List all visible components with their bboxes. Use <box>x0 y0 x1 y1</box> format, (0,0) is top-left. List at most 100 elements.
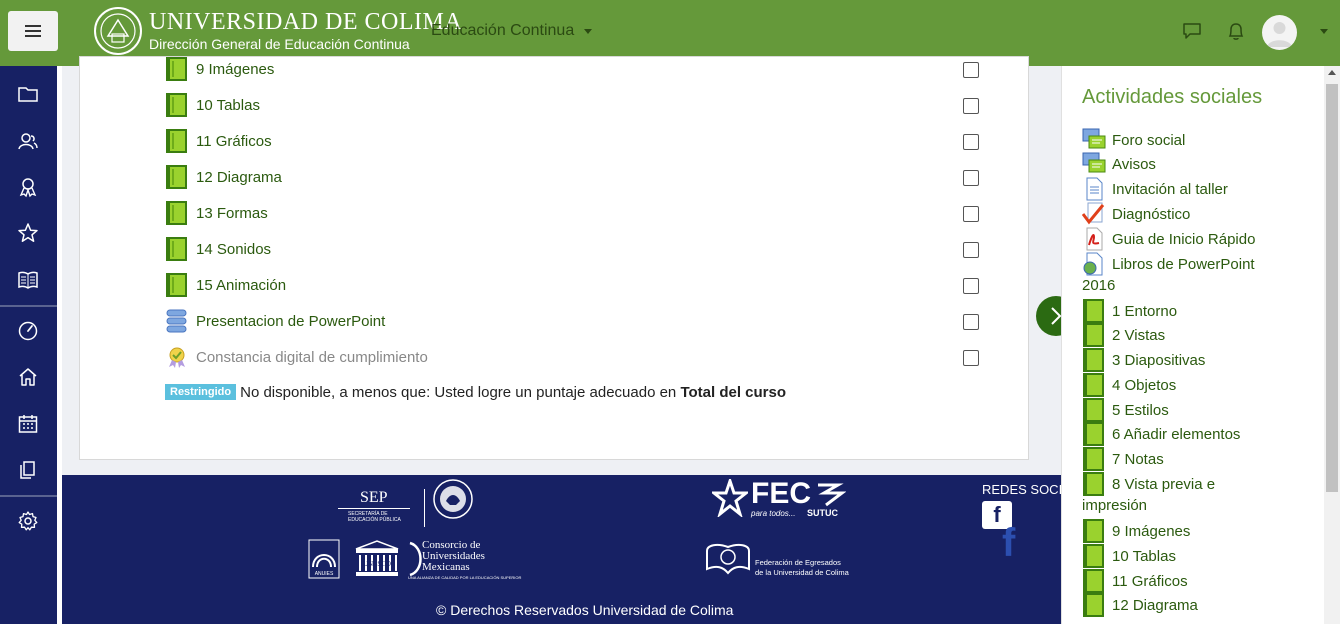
drawer-item[interactable]: 11 Gráficos <box>1082 569 1188 593</box>
restriction-text: No disponible, a menos que: Usted logre … <box>240 384 786 401</box>
activity-item[interactable]: 10 Tablas <box>166 93 260 117</box>
drawer-item-label[interactable]: 12 Diagrama <box>1112 597 1198 614</box>
book-icon <box>166 165 187 189</box>
gradebook-icon[interactable] <box>17 269 39 291</box>
activity-link[interactable]: 14 Sonidos <box>196 241 271 258</box>
drawer-item[interactable]: Libros de PowerPoint <box>1082 252 1255 276</box>
messages-icon[interactable] <box>1181 20 1203 42</box>
drawer-item[interactable]: Invitación al taller <box>1082 177 1228 201</box>
drawer-item-label[interactable]: 7 Notas <box>1112 451 1164 468</box>
drawer-item[interactable]: 6 Añadir elementos <box>1082 422 1240 446</box>
activity-item[interactable]: 9 Imágenes <box>166 57 274 81</box>
notifications-bell-icon[interactable] <box>1225 20 1247 42</box>
book-icon <box>1083 398 1104 422</box>
drawer-item[interactable]: Diagnóstico <box>1082 202 1190 226</box>
menu-toggle-button[interactable] <box>8 11 58 51</box>
completion-checkbox[interactable] <box>963 242 979 258</box>
activity-link[interactable]: 10 Tablas <box>196 97 260 114</box>
folder-icon[interactable] <box>17 83 39 105</box>
completion-checkbox[interactable] <box>963 98 979 114</box>
drawer-item-label[interactable]: 9 Imágenes <box>1112 523 1190 540</box>
scroll-up-arrow-icon[interactable] <box>1328 70 1336 75</box>
copyright-text: © Derechos Reservados Universidad de Col… <box>436 602 734 618</box>
sidebar-divider <box>0 305 57 307</box>
dashboard-icon[interactable] <box>17 320 39 342</box>
completion-checkbox[interactable] <box>963 278 979 294</box>
drawer-item-label[interactable]: Avisos <box>1112 156 1156 173</box>
book-icon <box>1083 544 1104 568</box>
drawer-item-label-cont[interactable]: 2016 <box>1082 277 1115 294</box>
completion-checkbox[interactable] <box>963 314 979 330</box>
drawer-item[interactable]: Foro social <box>1082 128 1185 152</box>
activity-link[interactable]: 11 Gráficos <box>196 133 272 150</box>
activity-link[interactable]: 9 Imágenes <box>196 61 274 78</box>
drawer-item-label[interactable]: 11 Gráficos <box>1112 573 1188 590</box>
activity-item[interactable]: 15 Animación <box>166 273 286 297</box>
drawer-item[interactable]: 7 Notas <box>1082 447 1164 471</box>
user-avatar-icon <box>1267 22 1292 47</box>
book-icon <box>1083 447 1104 471</box>
restriction-target: Total del curso <box>680 383 787 401</box>
activity-link[interactable]: Presentacion de PowerPoint <box>196 313 385 330</box>
drawer-item-label[interactable]: 5 Estilos <box>1112 402 1169 419</box>
activity-link[interactable]: 15 Animación <box>196 277 286 294</box>
drawer-item-label[interactable]: Diagnóstico <box>1112 206 1190 223</box>
forum-icon <box>1082 152 1106 173</box>
drawer-item-label[interactable]: 2 Vistas <box>1112 327 1165 344</box>
user-avatar[interactable] <box>1262 15 1297 50</box>
drawer-item[interactable]: 1 Entorno <box>1082 299 1177 323</box>
drawer-item-label[interactable]: Invitación al taller <box>1112 181 1228 198</box>
drawer-item[interactable]: 12 Diagrama <box>1082 593 1198 617</box>
educacion-continua-menu[interactable]: Educación Continua <box>431 22 593 40</box>
drawer-item-label[interactable]: 1 Entorno <box>1112 303 1177 320</box>
completion-checkbox[interactable] <box>963 170 979 186</box>
drawer-item[interactable]: 5 Estilos <box>1082 398 1169 422</box>
drawer-item[interactable]: Guia de Inicio Rápido <box>1082 227 1255 251</box>
drawer-item-label[interactable]: Foro social <box>1112 132 1185 149</box>
drawer-item[interactable]: Avisos <box>1082 152 1156 176</box>
activity-item[interactable]: Presentacion de PowerPoint <box>166 309 385 333</box>
badges-icon[interactable] <box>17 176 39 198</box>
completion-checkbox[interactable] <box>963 134 979 150</box>
drawer-item[interactable]: 8 Vista previa e <box>1082 472 1215 496</box>
anuies-logo-label: ANUIES <box>315 571 334 577</box>
activity-link[interactable]: 13 Formas <box>196 205 268 222</box>
activity-item[interactable]: 13 Formas <box>166 201 268 225</box>
drawer-item-label[interactable]: 8 Vista previa e <box>1112 476 1215 493</box>
home-icon[interactable] <box>17 366 39 388</box>
sutuc-logo-label: SUTUC <box>807 508 838 518</box>
private-files-icon[interactable] <box>17 459 39 481</box>
activity-item[interactable]: 14 Sonidos <box>166 237 271 261</box>
drawer-item-label[interactable]: 3 Diapositivas <box>1112 352 1205 369</box>
drawer-item-label[interactable]: Libros de PowerPoint <box>1112 256 1255 273</box>
activity-item[interactable]: 12 Diagrama <box>166 165 282 189</box>
activity-item[interactable]: 11 Gráficos <box>166 129 272 153</box>
activity-item: Constancia digital de cumplimiento <box>166 345 428 369</box>
activity-link[interactable]: 12 Diagrama <box>196 169 282 186</box>
book-icon <box>166 201 187 225</box>
drawer-item-label[interactable]: 6 Añadir elementos <box>1112 426 1240 443</box>
drawer-item[interactable]: 3 Diapositivas <box>1082 348 1205 372</box>
settings-gear-icon[interactable] <box>17 510 39 532</box>
drawer-item[interactable]: 9 Imágenes <box>1082 519 1190 543</box>
scrollbar-thumb[interactable] <box>1326 84 1338 492</box>
book-icon <box>166 273 187 297</box>
drawer-item[interactable]: 10 Tablas <box>1082 544 1176 568</box>
participants-icon[interactable] <box>17 130 39 152</box>
completion-checkbox[interactable] <box>963 350 979 366</box>
drawer-item-label[interactable]: Guia de Inicio Rápido <box>1112 231 1255 248</box>
drawer-item-label[interactable]: 10 Tablas <box>1112 548 1176 565</box>
fec-star-icon <box>712 479 748 517</box>
drawer-item[interactable]: 4 Objetos <box>1082 373 1176 397</box>
calendar-icon[interactable] <box>17 413 39 435</box>
book-icon <box>1083 519 1104 543</box>
star-icon[interactable] <box>17 222 39 244</box>
drawer-item-label[interactable]: 4 Objetos <box>1112 377 1176 394</box>
completion-checkbox[interactable] <box>963 62 979 78</box>
consorcio-tagline: UNA ALIANZA DE CALIDAD POR LA EDUCACIÓN … <box>408 575 522 580</box>
drawer-item[interactable]: 2 Vistas <box>1082 323 1165 347</box>
user-menu-chevron-icon[interactable] <box>1320 29 1328 34</box>
completion-checkbox[interactable] <box>963 206 979 222</box>
drawer-item-label-cont[interactable]: impresión <box>1082 497 1147 514</box>
university-seal-logo[interactable] <box>93 6 143 56</box>
